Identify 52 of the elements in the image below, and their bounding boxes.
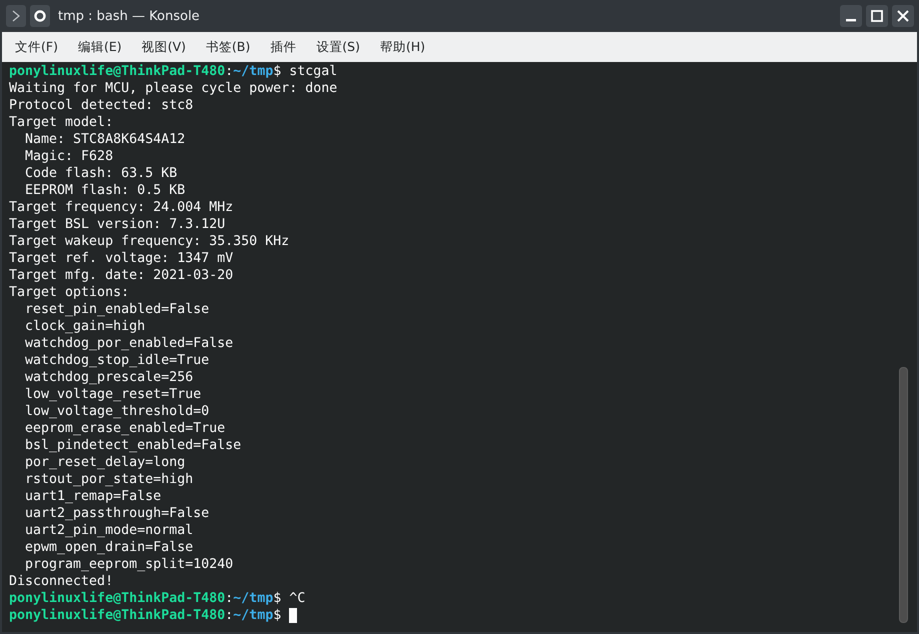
terminal-prompt-line: ponylinuxlife@ThinkPad-T480:~/tmp$ [9,607,282,624]
terminal-line: Target options: [9,284,130,301]
menu-item[interactable]: 视图(V) [134,38,193,56]
terminal-line: Target BSL version: 7.3.12U [9,216,226,233]
terminal-line: program_eeprom_split=10240 [24,556,234,573]
maximize-button[interactable] [866,5,888,27]
terminal-line: Protocol detected: stc8 [9,97,194,114]
terminal-line: bsl_pindetect_enabled=False [24,437,242,454]
terminal-line: Code flash: 63.5 KB [24,165,178,182]
terminal-line: watchdog_por_enabled=False [24,335,234,352]
terminal-line: uart2_passthrough=False [24,505,210,522]
terminal-line: Target mfg. date: 2021-03-20 [9,267,234,284]
terminal-line: Magic: F628 [24,148,114,165]
terminal-line: eeprom_erase_enabled=True [24,420,226,437]
terminal-line: Name: STC8A8K64S4A12 [24,131,186,148]
terminal-line: low_voltage_threshold=0 [24,403,210,420]
terminal-line: rstout_por_state=high [24,471,194,488]
terminal-icon [11,10,21,22]
minimize-button[interactable] [840,5,862,27]
pin-button[interactable] [30,5,50,27]
terminal-line: uart1_remap=False [24,488,162,505]
menu-item[interactable]: 文件(F) [8,38,65,56]
terminal-line: Waiting for MCU, please cycle power: done [9,80,338,97]
close-icon [896,9,910,23]
terminal-line: low_voltage_reset=True [24,386,202,403]
terminal-line: Target model: [9,114,114,131]
menu-item[interactable]: 插件 [263,38,304,56]
minimize-icon [846,18,856,22]
window-title: tmp : bash — Konsole [58,8,200,24]
terminal-prompt-line: ponylinuxlife@ThinkPad-T480:~/tmp$ ^C [9,590,306,607]
maximize-icon [870,9,884,23]
terminal-line: Target wakeup frequency: 35.350 KHz [9,233,290,250]
ring-icon [33,9,47,23]
terminal-line: EEPROM flash: 0.5 KB [24,182,186,199]
terminal-line: Target ref. voltage: 1347 mV [9,250,234,267]
terminal-prompt-line: ponylinuxlife@ThinkPad-T480:~/tmp$ stcgal [9,63,338,80]
close-button[interactable] [892,5,914,27]
scrollbar-thumb[interactable] [899,367,908,623]
terminal-line: Target frequency: 24.004 MHz [9,199,234,216]
terminal-line: reset_pin_enabled=False [24,301,210,318]
terminal-line: por_reset_delay=long [24,454,186,471]
menu-item[interactable]: 设置(S) [309,38,367,56]
menu-item[interactable]: 帮助(H) [372,38,432,56]
terminal-line: watchdog_stop_idle=True [24,352,210,369]
terminal-line: clock_gain=high [24,318,146,335]
app-menu-button[interactable] [6,5,26,27]
menu-item[interactable]: 书签(B) [198,38,258,56]
terminal-line: epwm_open_drain=False [24,539,194,556]
terminal-line: watchdog_prescale=256 [24,369,194,386]
menu-item[interactable]: 编辑(E) [70,38,129,56]
terminal-line: Disconnected! [9,573,114,590]
terminal-line: uart2_pin_mode=normal [24,522,194,539]
